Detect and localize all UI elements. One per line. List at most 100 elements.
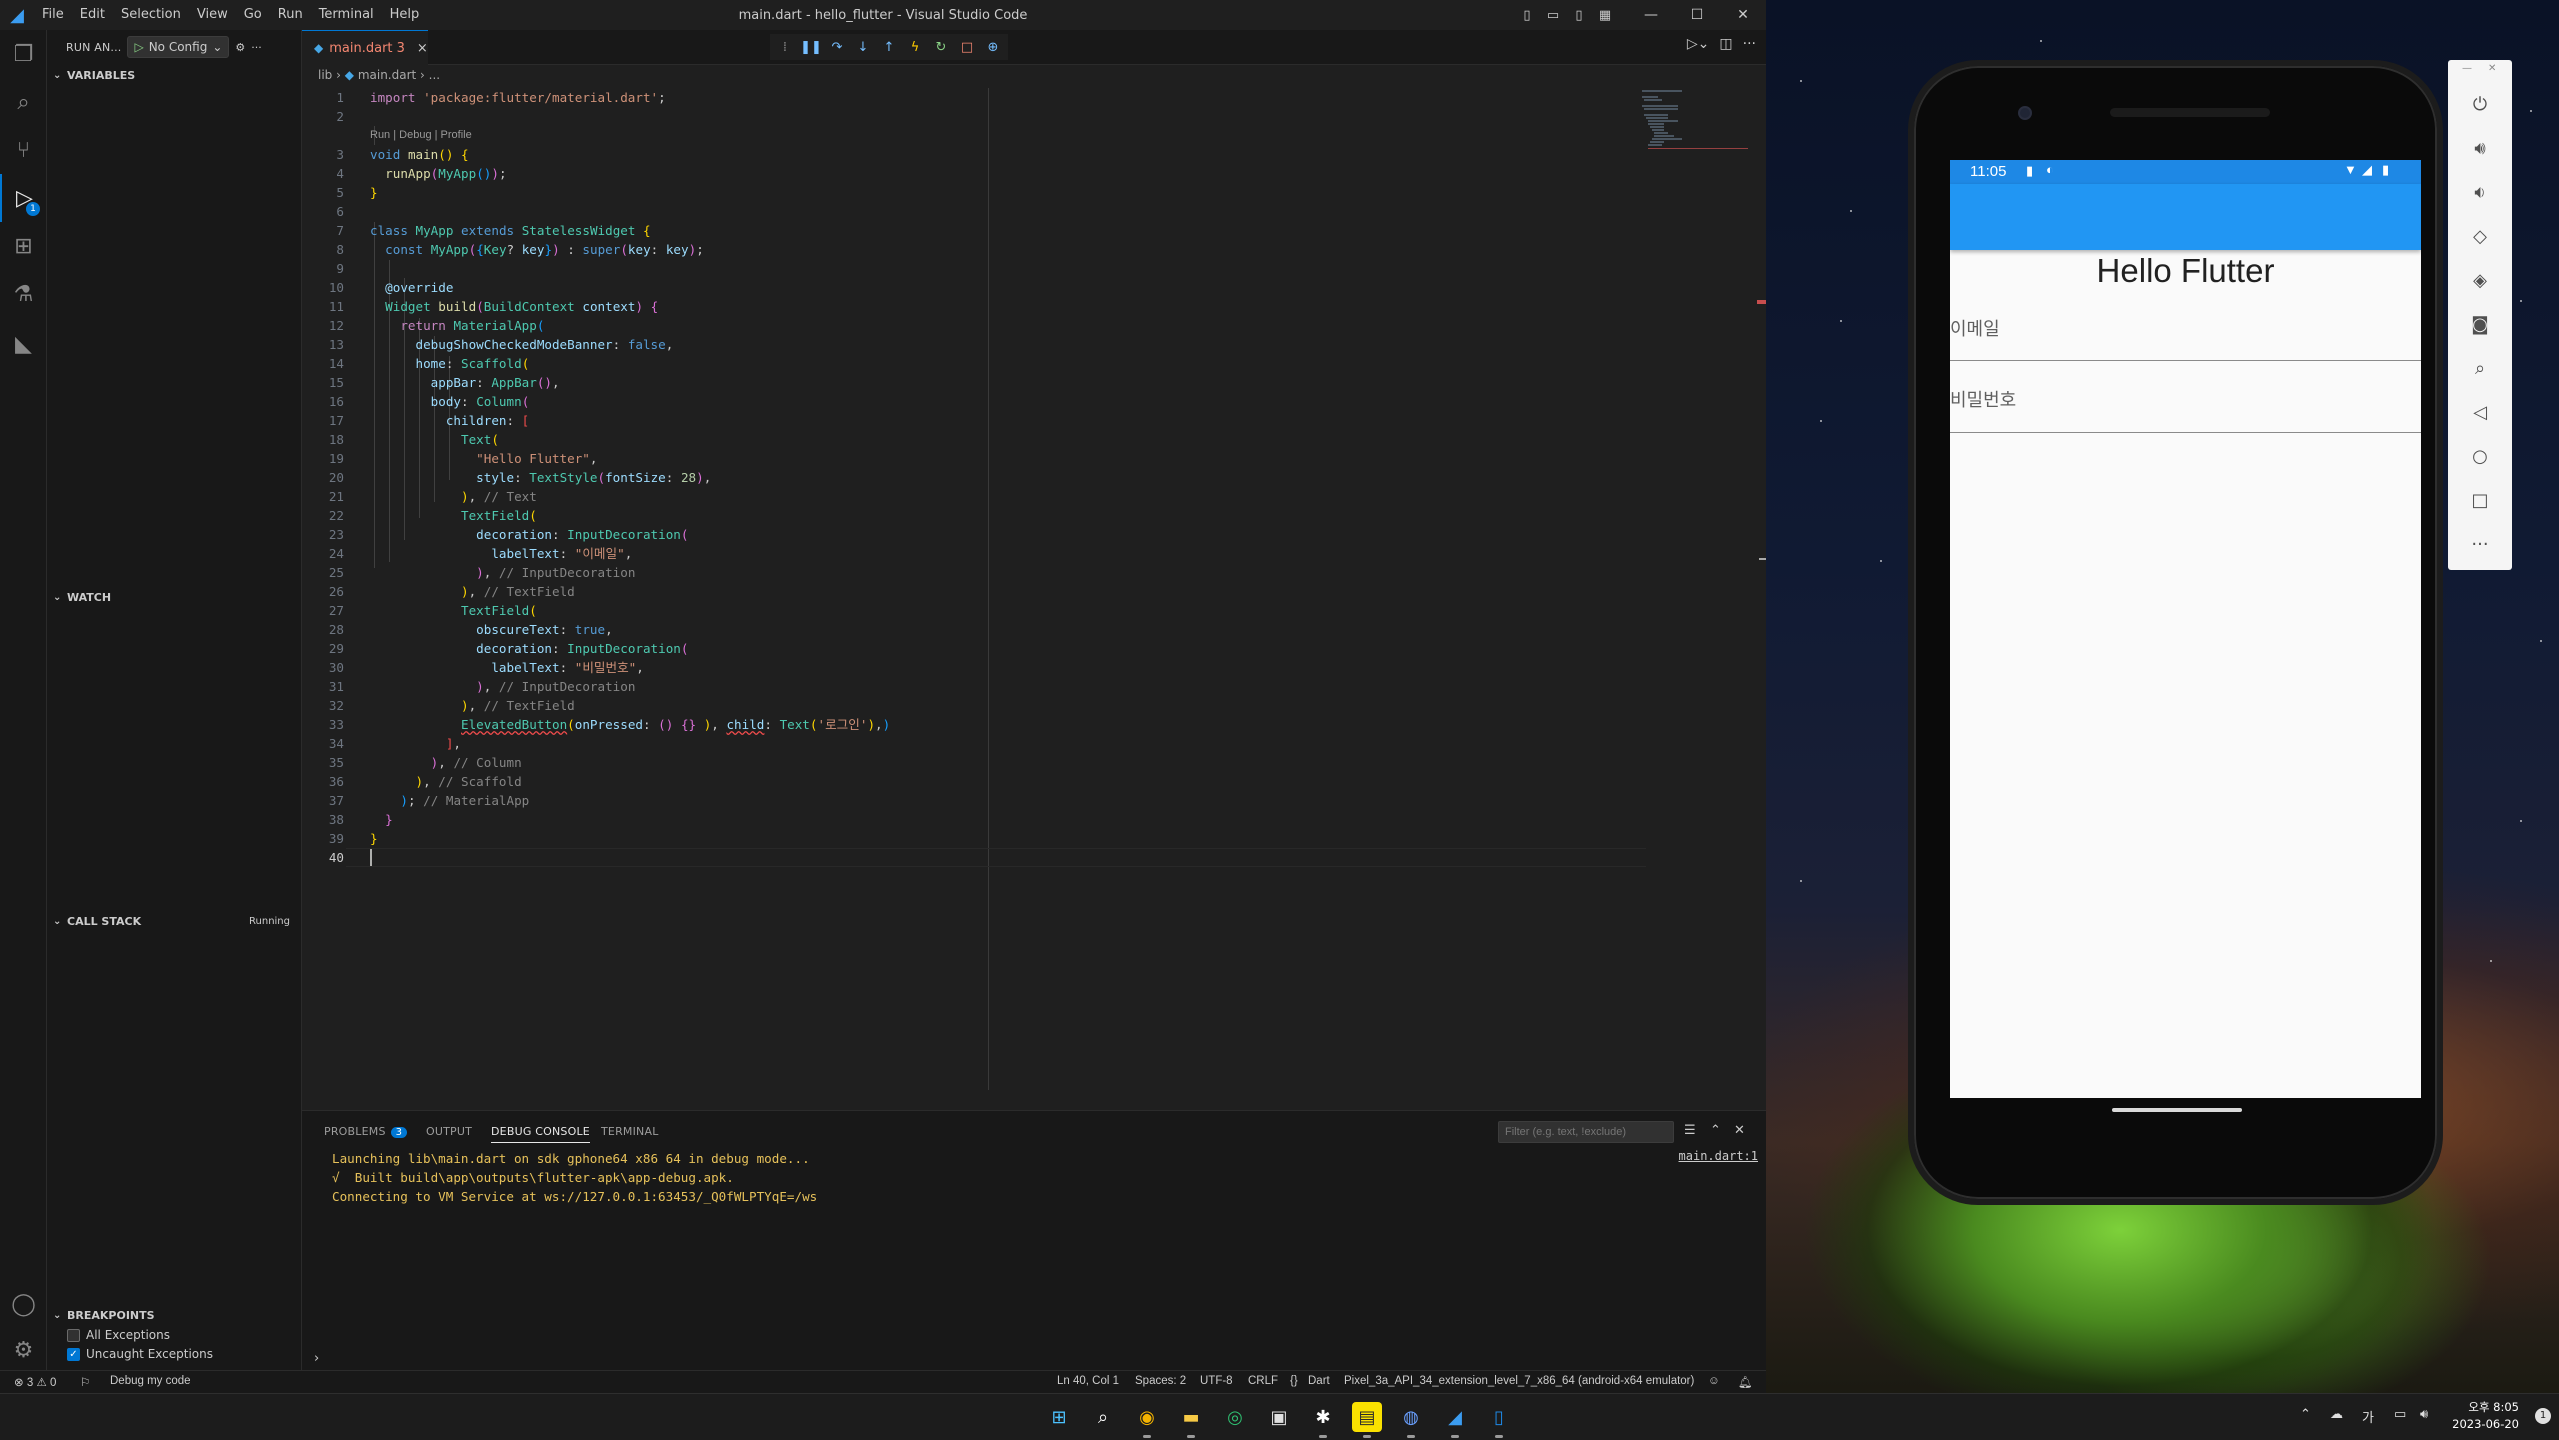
menu-help[interactable]: Help [382, 0, 428, 30]
toggle-primary-sidebar-icon[interactable]: ▯ [1514, 8, 1540, 23]
menu-terminal[interactable]: Terminal [311, 0, 382, 30]
home-icon[interactable]: ○ [2448, 434, 2512, 478]
store-icon[interactable]: ▣ [1264, 1402, 1294, 1432]
menu-edit[interactable]: Edit [72, 0, 113, 30]
ime-indicator[interactable]: 가 [2362, 1407, 2374, 1426]
stop-icon[interactable]: □ [956, 36, 978, 58]
line-endings[interactable]: CRLF [1248, 1375, 1278, 1387]
drag-handle-icon[interactable]: ⁞ [774, 36, 796, 58]
more-options-icon[interactable]: ··· [2448, 522, 2512, 566]
breakpoint-all-exceptions[interactable]: All Exceptions [67, 1328, 170, 1342]
screenshot-camera-icon[interactable]: ◙ [2448, 302, 2512, 346]
code-editor[interactable]: 1 import 'package:flutter/material.dart';… [302, 88, 1682, 1088]
indentation[interactable]: Spaces: 2 [1135, 1375, 1186, 1387]
run-debug-icon[interactable]: ▷ 1 [0, 174, 47, 222]
volume-down-icon[interactable]: 🔉︎ [2448, 170, 2512, 214]
flutter-inspector-icon[interactable]: ⊕ [982, 36, 1004, 58]
clear-console-icon[interactable]: ☰ [1684, 1123, 1696, 1138]
console-input-prompt-icon[interactable]: › [314, 1351, 319, 1366]
zoom-icon[interactable]: ⌕ [2448, 346, 2512, 390]
checkbox-checked[interactable]: ✓ [67, 1347, 80, 1361]
search-icon[interactable]: ⌕ [0, 78, 47, 126]
tab-output[interactable]: OUTPUT [426, 1125, 472, 1138]
overview-icon[interactable]: □ [2448, 478, 2512, 522]
restart-icon[interactable]: ↻ [930, 36, 952, 58]
menu-run[interactable]: Run [270, 0, 311, 30]
edge-icon[interactable]: ◎ [1220, 1402, 1250, 1432]
vscode-taskbar-icon[interactable]: ◢ [1440, 1402, 1470, 1438]
emulator-minimize-icon[interactable]: — [2462, 63, 2472, 74]
menu-selection[interactable]: Selection [113, 0, 189, 30]
file-explorer-icon[interactable]: ▬ [1176, 1402, 1206, 1438]
device-selector[interactable]: Pixel_3a_API_34_extension_level_7_x86_64… [1344, 1375, 1694, 1387]
minimap[interactable] [1640, 88, 1750, 158]
flutter-icon[interactable]: ◣ [0, 320, 47, 368]
email-field-underline[interactable] [1950, 360, 2421, 361]
extensions-icon[interactable]: ⊞ [0, 222, 47, 270]
close-window-button[interactable]: ✕ [1720, 7, 1766, 23]
kakaotalk-icon[interactable]: ▤ [1352, 1402, 1382, 1438]
console-filter-input[interactable] [1498, 1121, 1674, 1143]
tray-overflow-chevron-icon[interactable]: ⌃ [2300, 1407, 2311, 1422]
maximize-panel-icon[interactable]: ⌃ [1710, 1123, 1721, 1138]
launch-config-dropdown[interactable]: ▷ No Config ⌄ [127, 36, 230, 58]
minimize-button[interactable]: — [1628, 7, 1674, 23]
callstack-section-header[interactable]: ⌄ CALL STACK Running [47, 910, 302, 932]
taskbar-search-icon[interactable]: ⌕ [1088, 1402, 1118, 1432]
settings-gear-icon[interactable]: ⚙ [0, 1326, 47, 1374]
checkbox[interactable] [67, 1328, 80, 1342]
cursor-position[interactable]: Ln 40, Col 1 [1057, 1375, 1119, 1387]
volume-up-icon[interactable]: 🔊︎ [2448, 126, 2512, 170]
toggle-secondary-sidebar-icon[interactable]: ▯ [1566, 8, 1592, 23]
start-debugging-icon[interactable]: ▷ [134, 40, 143, 54]
tab-main-dart[interactable]: ◆ main.dart 3 × [302, 30, 428, 65]
tab-problems[interactable]: PROBLEMS 3 [324, 1125, 408, 1138]
home-gesture-bar[interactable] [2112, 1108, 2242, 1112]
back-icon[interactable]: ◁ [2448, 390, 2512, 434]
tab-debug-console[interactable]: DEBUG CONSOLE [491, 1125, 590, 1143]
breakpoints-section-header[interactable]: ⌄ BREAKPOINTS [47, 1304, 302, 1326]
windows-start-icon[interactable]: ⊞ [1044, 1402, 1074, 1432]
slack-icon[interactable]: ✱ [1308, 1402, 1338, 1438]
debug-status-icon[interactable]: ⚐ [80, 1375, 90, 1389]
run-file-icon[interactable]: ▷⌄ [1687, 36, 1710, 52]
split-editor-icon[interactable]: ◫ [1719, 36, 1732, 52]
power-icon[interactable]: ⏻ [2448, 82, 2512, 126]
rotate-left-icon[interactable]: ◇ [2448, 214, 2512, 258]
menu-view[interactable]: View [189, 0, 236, 30]
breakpoint-uncaught-exceptions[interactable]: ✓ Uncaught Exceptions [67, 1347, 213, 1361]
emulator-taskbar-icon[interactable]: ▯ [1484, 1402, 1514, 1438]
variables-section-header[interactable]: ⌄ VARIABLES [47, 64, 302, 86]
maximize-button[interactable]: ☐ [1674, 7, 1720, 23]
close-panel-icon[interactable]: ✕ [1734, 1123, 1745, 1138]
notification-badge[interactable]: 1 [2535, 1408, 2551, 1424]
account-icon[interactable]: ◯ [0, 1280, 47, 1328]
hot-reload-icon[interactable]: ϟ [904, 36, 926, 58]
testing-icon[interactable]: ⚗ [0, 270, 47, 318]
customize-layout-icon[interactable]: ▦ [1592, 8, 1618, 23]
volume-icon[interactable]: 🔊︎ [2420, 1407, 2428, 1422]
editor-scrollbar[interactable] [1757, 88, 1766, 1088]
pause-icon[interactable]: ❚❚ [800, 36, 822, 58]
network-icon[interactable]: ▭ [2394, 1407, 2406, 1422]
menu-file[interactable]: File [34, 0, 72, 30]
taskbar-clock[interactable]: 오후 8:05 2023-06-20 [2452, 1399, 2519, 1433]
feedback-icon[interactable]: ☺ [1708, 1375, 1720, 1387]
debug-my-code-toggle[interactable]: Debug my code [110, 1375, 191, 1387]
more-actions-icon[interactable]: ··· [251, 41, 262, 54]
onedrive-cloud-icon[interactable]: ☁ [2330, 1407, 2343, 1422]
close-tab-icon[interactable]: × [417, 41, 428, 56]
breadcrumb-folder[interactable]: lib [318, 68, 332, 82]
problems-status[interactable]: ⊗ 3 ⚠ 0 [14, 1375, 56, 1389]
open-launch-json-gear-icon[interactable]: ⚙ [235, 41, 245, 54]
chrome-icon[interactable]: ◉ [1132, 1402, 1162, 1438]
codelens-run-debug-profile[interactable]: Run | Debug | Profile [370, 126, 472, 145]
password-field-underline[interactable] [1950, 432, 2421, 433]
password-field-label[interactable]: 비밀번호 [1950, 386, 2016, 412]
source-control-icon[interactable]: ⑂ [0, 126, 47, 174]
android-studio-icon[interactable]: ◍ [1396, 1402, 1426, 1438]
email-field-label[interactable]: 이메일 [1950, 315, 2000, 341]
more-editor-actions-icon[interactable]: ··· [1743, 36, 1756, 52]
breadcrumb-symbol[interactable]: ... [429, 68, 440, 82]
language-mode[interactable]: Dart [1308, 1375, 1330, 1387]
